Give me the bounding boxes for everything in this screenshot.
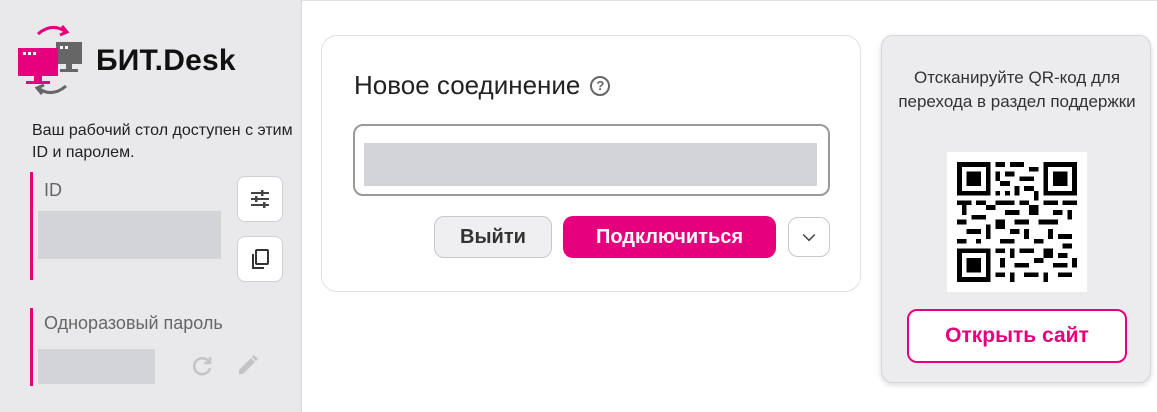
chevron-down-icon [802, 233, 816, 242]
support-panel: Отсканируйте QR-код для перехода в разде… [881, 35, 1151, 383]
connection-id-input[interactable] [353, 124, 830, 196]
logo-monitors-icon [16, 22, 88, 96]
sidebar: БИТ.Desk Ваш рабочий стол доступен с эти… [0, 0, 302, 412]
copy-button[interactable] [237, 236, 283, 282]
edit-pencil-icon[interactable] [234, 351, 262, 379]
new-connection-title-text: Новое соединение [354, 70, 581, 100]
exit-button[interactable]: Выйти [434, 216, 552, 258]
password-value [38, 349, 155, 384]
new-connection-title: Новое соединение ? [354, 70, 611, 101]
connect-button[interactable]: Подключиться [563, 216, 776, 258]
settings-sliders-icon [251, 190, 269, 208]
top-divider [302, 0, 1157, 1]
new-connection-card: Новое соединение ? Выйти Подключиться [321, 35, 861, 292]
connection-id-value [364, 143, 817, 186]
open-site-button[interactable]: Открыть сайт [907, 309, 1127, 363]
help-icon[interactable]: ? [590, 75, 611, 96]
refresh-icon[interactable] [189, 352, 217, 380]
password-field-accent [30, 308, 33, 386]
id-field-accent [30, 172, 33, 280]
brand-name: БИТ.Desk [96, 44, 236, 77]
id-label: ID [44, 180, 62, 200]
support-scan-text: Отсканируйте QR-код для перехода в разде… [898, 68, 1136, 111]
settings-button[interactable] [237, 176, 283, 222]
id-value [38, 211, 221, 259]
sidebar-description: Ваш рабочий стол доступен с этим ID и па… [32, 122, 293, 161]
more-options-button[interactable] [788, 217, 830, 257]
copy-icon [252, 249, 269, 269]
qr-code-icon [947, 152, 1087, 292]
password-label: Одноразовый пароль [44, 313, 223, 333]
